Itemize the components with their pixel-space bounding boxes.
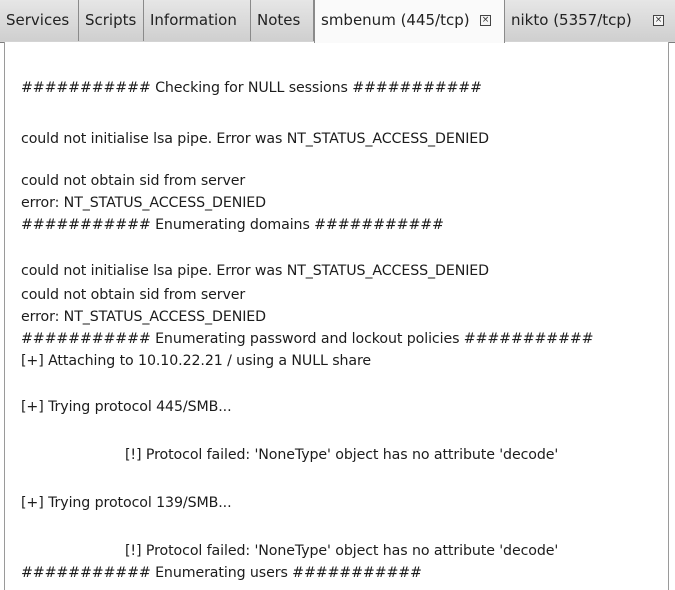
tab-nikto[interactable]: nikto (5357/tcp) × [505, 0, 675, 41]
tab-services-label: Services [6, 11, 70, 29]
output-line: could not initialise lsa pipe. Error was… [21, 263, 489, 279]
output-line: ########### Enumerating domains ########… [21, 217, 444, 233]
tab-nikto-label: nikto (5357/tcp) [511, 11, 632, 29]
tab-information-label: Information [150, 11, 237, 29]
output-line: [!] Protocol failed: 'NoneType' object h… [125, 543, 559, 559]
output-line: could not obtain sid from server [21, 173, 246, 189]
tab-smbenum-label: smbenum (445/tcp) [321, 11, 470, 29]
tool-output-panel: ########### Checking for NULL sessions #… [4, 42, 669, 590]
output-line: [+] Trying protocol 139/SMB... [21, 495, 232, 511]
tab-smbenum[interactable]: smbenum (445/tcp) × [314, 0, 505, 43]
output-line: ########### Checking for NULL sessions #… [21, 80, 482, 96]
output-line: could not obtain sid from server [21, 287, 246, 303]
tab-bar: Services Scripts Information Notes smben… [0, 0, 675, 43]
tab-information[interactable]: Information [144, 0, 251, 41]
output-line: [!] Protocol failed: 'NoneType' object h… [125, 447, 559, 463]
output-line: ########### Enumerating users ##########… [21, 565, 422, 581]
output-line: [+] Attaching to 10.10.22.21 / using a N… [21, 353, 372, 369]
tab-services[interactable]: Services [0, 0, 79, 41]
tab-notes[interactable]: Notes [251, 0, 314, 41]
output-line: could not initialise lsa pipe. Error was… [21, 131, 489, 147]
output-line: error: NT_STATUS_ACCESS_DENIED [21, 309, 266, 325]
close-icon[interactable]: × [480, 15, 491, 26]
tab-scripts-label: Scripts [85, 11, 137, 29]
tab-notes-label: Notes [257, 11, 301, 29]
output-line: ########### Enumerating password and loc… [21, 331, 594, 347]
output-line: [+] Trying protocol 445/SMB... [21, 399, 232, 415]
output-line: error: NT_STATUS_ACCESS_DENIED [21, 195, 266, 211]
tab-scripts[interactable]: Scripts [79, 0, 144, 41]
close-icon[interactable]: × [653, 15, 664, 26]
